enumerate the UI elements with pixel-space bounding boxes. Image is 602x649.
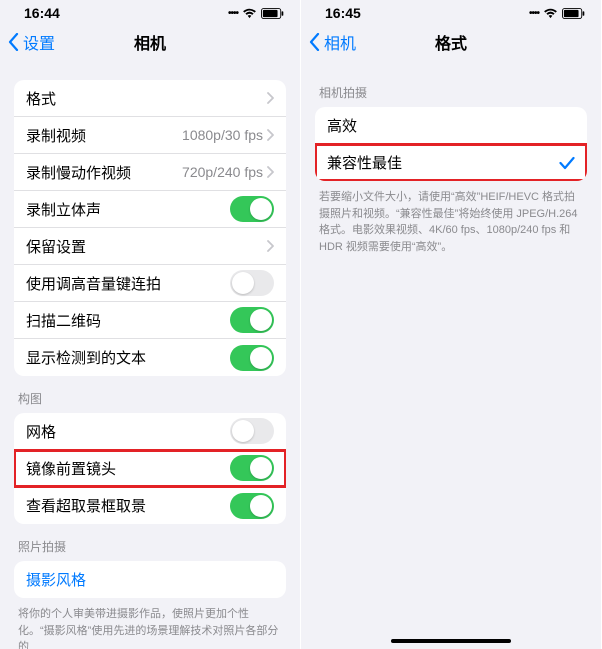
wifi-icon: [543, 8, 558, 19]
nav-bar: 相机 格式: [301, 22, 601, 62]
wifi-icon: [242, 8, 257, 19]
back-button[interactable]: 相机: [309, 30, 356, 54]
toggle-stereo-audio[interactable]: [230, 196, 274, 222]
toggle-detect-text[interactable]: [230, 345, 274, 371]
row-detail: 720p/240 fps: [182, 164, 263, 180]
home-indicator[interactable]: [391, 639, 511, 643]
row-label: 高效: [327, 115, 575, 136]
chevron-right-icon: [267, 166, 274, 178]
chevron-right-icon: [267, 92, 274, 104]
row-label: 显示检测到的文本: [26, 347, 230, 368]
row-label: 保留设置: [26, 236, 267, 257]
checkmark-icon: [559, 156, 575, 170]
nav-bar: 设置 相机: [0, 22, 300, 62]
footer-photographic-styles: 将你的个人审美带进摄影作品，使照片更加个性化。“摄影风格”使用先进的场景理解技术…: [14, 598, 286, 649]
status-time: 16:45: [325, 5, 361, 21]
status-bar: 16:44 ••••: [0, 0, 300, 22]
row-label: 使用调高音量键连拍: [26, 273, 230, 294]
row-label: 查看超取景框取景: [26, 495, 230, 516]
toggle-grid[interactable]: [230, 418, 274, 444]
row-volume-burst[interactable]: 使用调高音量键连拍: [14, 265, 286, 302]
row-label: 兼容性最佳: [327, 152, 559, 173]
row-record-slomo[interactable]: 录制慢动作视频 720p/240 fps: [14, 154, 286, 191]
section-header-photo-capture: 照片拍摄: [14, 524, 286, 561]
status-time: 16:44: [24, 5, 60, 21]
footer-formats: 若要缩小文件大小，请使用“高效”HEIF/HEVC 格式拍摄照片和视频。“兼容性…: [315, 181, 587, 255]
chevron-left-icon: [309, 33, 320, 51]
row-grid[interactable]: 网格: [14, 413, 286, 450]
row-label: 摄影风格: [26, 569, 274, 590]
row-detail: 1080p/30 fps: [182, 127, 263, 143]
row-label: 录制慢动作视频: [26, 162, 182, 183]
row-stereo-audio[interactable]: 录制立体声: [14, 191, 286, 228]
row-view-outside-frame[interactable]: 查看超取景框取景: [14, 487, 286, 524]
group-photo-capture: 摄影风格: [14, 561, 286, 598]
battery-icon: [562, 8, 585, 19]
row-record-video[interactable]: 录制视频 1080p/30 fps: [14, 117, 286, 154]
page-title: 格式: [435, 30, 467, 54]
toggle-outside-frame[interactable]: [230, 493, 274, 519]
row-label: 录制立体声: [26, 199, 230, 220]
row-formats[interactable]: 格式: [14, 80, 286, 117]
row-high-efficiency[interactable]: 高效: [315, 107, 587, 144]
row-label: 格式: [26, 88, 267, 109]
row-mirror-front-camera[interactable]: 镜像前置镜头: [14, 450, 286, 487]
settings-scroll[interactable]: 相机拍摄 高效 兼容性最佳 若要缩小文件大小，请使用“高效”HEIF/HEVC …: [301, 62, 601, 255]
cellular-icon: ••••: [228, 8, 238, 19]
back-button[interactable]: 设置: [8, 30, 55, 54]
toggle-scan-qr[interactable]: [230, 307, 274, 333]
section-header-camera-capture: 相机拍摄: [315, 62, 587, 107]
group-capture-format: 高效 兼容性最佳: [315, 107, 587, 181]
section-header-composition: 构图: [14, 376, 286, 413]
row-detect-text[interactable]: 显示检测到的文本: [14, 339, 286, 376]
row-preserve-settings[interactable]: 保留设置: [14, 228, 286, 265]
camera-settings-screen: 16:44 •••• 设置 相机 格式 录制视频 1080p/30 fps: [0, 0, 301, 649]
row-label: 录制视频: [26, 125, 182, 146]
row-label: 网格: [26, 421, 230, 442]
group-composition: 网格 镜像前置镜头 查看超取景框取景: [14, 413, 286, 524]
battery-icon: [261, 8, 284, 19]
chevron-right-icon: [267, 240, 274, 252]
group-main: 格式 录制视频 1080p/30 fps 录制慢动作视频 720p/240 fp…: [14, 80, 286, 376]
status-indicators: ••••: [228, 8, 284, 19]
chevron-left-icon: [8, 33, 19, 51]
row-label: 镜像前置镜头: [26, 458, 230, 479]
page-title: 相机: [134, 30, 166, 54]
settings-scroll[interactable]: 格式 录制视频 1080p/30 fps 录制慢动作视频 720p/240 fp…: [0, 62, 300, 649]
status-indicators: ••••: [529, 8, 585, 19]
toggle-mirror-front[interactable]: [230, 455, 274, 481]
formats-screen: 16:45 •••• 相机 格式 相机拍摄 高效 兼容性最佳 若要缩小文件大小，…: [301, 0, 602, 649]
row-most-compatible[interactable]: 兼容性最佳: [315, 144, 587, 181]
toggle-volume-burst[interactable]: [230, 270, 274, 296]
status-bar: 16:45 ••••: [301, 0, 601, 22]
row-photographic-styles[interactable]: 摄影风格: [14, 561, 286, 598]
back-label: 相机: [324, 30, 356, 54]
row-scan-qr[interactable]: 扫描二维码: [14, 302, 286, 339]
back-label: 设置: [23, 30, 55, 54]
chevron-right-icon: [267, 129, 274, 141]
row-label: 扫描二维码: [26, 310, 230, 331]
cellular-icon: ••••: [529, 8, 539, 19]
